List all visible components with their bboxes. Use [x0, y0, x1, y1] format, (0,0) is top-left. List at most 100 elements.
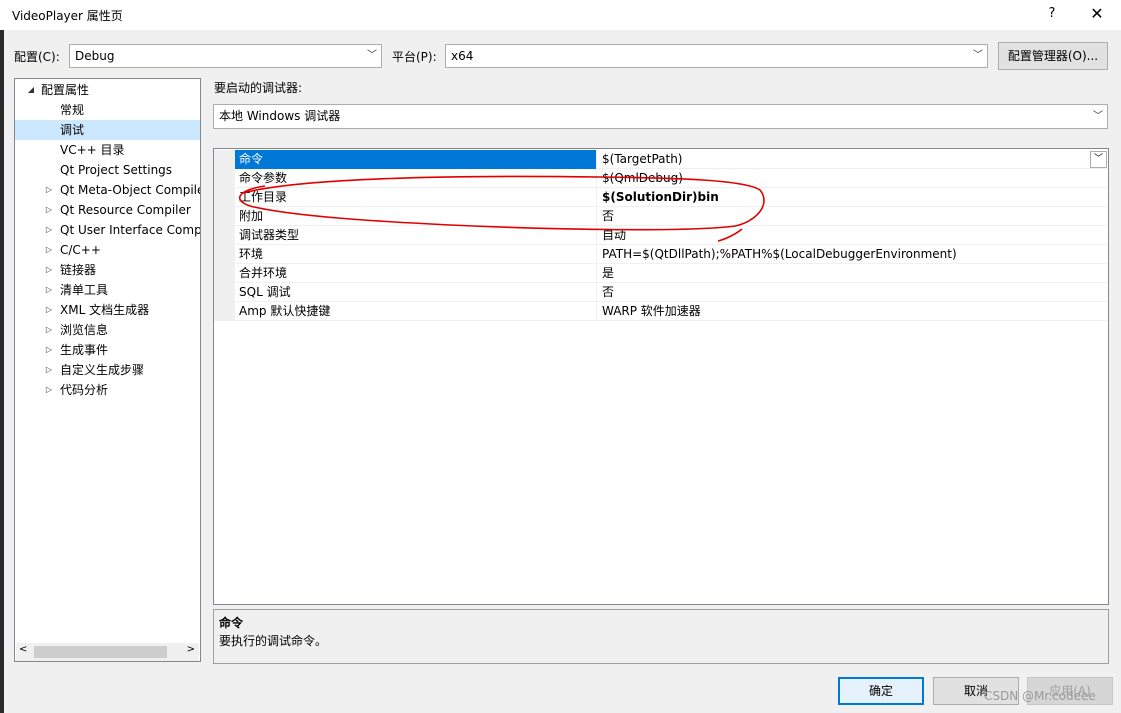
property-value[interactable]: $(TargetPath): [598, 150, 1088, 169]
platform-select[interactable]: x64 ﹀: [445, 44, 988, 68]
property-value[interactable]: $(SolutionDir)bin: [598, 188, 1088, 207]
debugger-value: 本地 Windows 调试器: [219, 109, 341, 123]
row-gutter: [214, 283, 235, 302]
tree-item-label: 清单工具: [60, 283, 109, 297]
expand-triangle-icon[interactable]: ▷: [43, 340, 55, 360]
tree-item[interactable]: ▷ 浏览信息: [15, 320, 200, 340]
row-gutter: [214, 188, 235, 207]
property-row[interactable]: 合并环境是: [214, 264, 1108, 283]
tree-item[interactable]: ▷ Qt Resource Compiler: [15, 200, 200, 220]
expand-triangle-icon[interactable]: ▷: [43, 380, 55, 400]
tree-item[interactable]: ▷ Qt User Interface Compiler: [15, 220, 200, 240]
property-name: 附加: [235, 207, 597, 226]
property-name: 调试器类型: [235, 226, 597, 245]
tree-item[interactable]: ▷ XML 文档生成器: [15, 300, 200, 320]
tree-item[interactable]: Qt Project Settings: [15, 160, 200, 180]
tree-item-label: XML 文档生成器: [60, 303, 150, 317]
background-edge: [0, 30, 4, 713]
debugger-select[interactable]: 本地 Windows 调试器 ﹀: [213, 104, 1108, 129]
property-value[interactable]: 自动: [598, 226, 1088, 245]
tree-item[interactable]: ▷ 清单工具: [15, 280, 200, 300]
expand-triangle-icon[interactable]: ▷: [43, 260, 55, 280]
config-manager-button[interactable]: 配置管理器(O)...: [998, 42, 1108, 70]
config-select[interactable]: Debug ﹀: [69, 44, 382, 68]
config-value: Debug: [75, 49, 115, 63]
window-title: VideoPlayer 属性页: [12, 9, 123, 23]
expand-triangle-icon[interactable]: ▷: [43, 180, 55, 200]
expand-triangle-icon[interactable]: ▷: [43, 300, 55, 320]
ok-button[interactable]: 确定: [838, 677, 924, 705]
row-gutter: [214, 207, 235, 226]
row-gutter: [214, 245, 235, 264]
tree-item-label: Qt Meta-Object Compiler: [60, 183, 200, 197]
expand-triangle-icon[interactable]: ▷: [43, 200, 55, 220]
tree-item-label: Qt Project Settings: [60, 163, 173, 177]
tree-item-label: 调试: [60, 123, 85, 137]
value-dropdown-button[interactable]: ﹀: [1090, 151, 1107, 168]
tree-item[interactable]: ▷ 代码分析: [15, 380, 200, 400]
property-value[interactable]: 是: [598, 264, 1088, 283]
chevron-down-icon: ﹀: [973, 50, 983, 61]
scroll-thumb[interactable]: [34, 646, 167, 658]
tree-item[interactable]: ▷ 生成事件: [15, 340, 200, 360]
watermark: CSDN @Mr.codeee: [984, 689, 1096, 703]
property-name: 工作目录: [235, 188, 597, 207]
expand-triangle-icon[interactable]: ▷: [43, 320, 55, 340]
expand-triangle-icon[interactable]: ▷: [43, 220, 55, 240]
tree-item-label: Qt Resource Compiler: [60, 203, 191, 217]
property-row[interactable]: 附加否: [214, 207, 1108, 226]
chevron-down-icon: ﹀: [367, 50, 377, 61]
expand-triangle-icon[interactable]: ▷: [43, 280, 55, 300]
tree-item[interactable]: ▷ C/C++: [15, 240, 200, 260]
close-button[interactable]: ✕: [1079, 2, 1115, 26]
platform-value: x64: [451, 49, 474, 63]
property-row[interactable]: SQL 调试否: [214, 283, 1108, 302]
property-grid: 命令 $(TargetPath) 命令参数 $(QmlDebug) 工作目录 $(Solu…: [213, 148, 1109, 605]
property-name: SQL 调试: [235, 283, 597, 302]
description-text: 要执行的调试命令。: [219, 634, 328, 648]
row-gutter: [214, 302, 235, 321]
scroll-right-icon[interactable]: >: [187, 644, 195, 655]
expand-triangle-icon[interactable]: ▷: [43, 360, 55, 380]
description-panel: 命令 要执行的调试命令。: [213, 609, 1109, 664]
row-gutter: [214, 150, 235, 169]
tree-item-label: VC++ 目录: [60, 143, 125, 157]
help-button[interactable]: ?: [1035, 2, 1069, 26]
tree-horizontal-scrollbar[interactable]: < >: [16, 643, 199, 661]
title-bar: VideoPlayer 属性页 ? ✕: [0, 0, 1121, 30]
tree-root[interactable]: ◢ 配置属性: [15, 80, 200, 100]
property-row[interactable]: Amp 默认快捷键 WARP 软件加速器: [214, 302, 1108, 321]
expand-triangle-icon[interactable]: ▷: [43, 240, 55, 260]
tree-item-label: C/C++: [60, 243, 101, 257]
tree-item[interactable]: VC++ 目录: [15, 140, 200, 160]
tree-item[interactable]: ▷ 链接器: [15, 260, 200, 280]
property-row[interactable]: 命令 $(TargetPath): [214, 150, 1108, 169]
property-row[interactable]: 环境 PATH=$(QtDllPath);%PATH%$(LocalDebugge…: [214, 245, 1108, 264]
property-row[interactable]: 工作目录 $(SolutionDir)bin: [214, 188, 1108, 207]
tree-item[interactable]: 常规: [15, 100, 200, 120]
tree-item-label: 自定义生成步骤: [60, 363, 145, 377]
property-value[interactable]: 否: [598, 283, 1088, 302]
row-gutter: [214, 226, 235, 245]
description-title: 命令: [219, 616, 244, 630]
property-value[interactable]: PATH=$(QtDllPath);%PATH%$(LocalDebuggerE…: [598, 245, 1088, 264]
property-tree: ◢ 配置属性 常规 调试 VC++ 目录 Qt Project Settings ▷ Qt…: [14, 78, 201, 662]
config-label: 配置(C):: [14, 50, 60, 64]
tree-item[interactable]: 调试: [15, 120, 200, 140]
platform-label: 平台(P):: [392, 50, 437, 64]
debugger-label: 要启动的调试器:: [214, 81, 303, 95]
property-value[interactable]: $(QmlDebug): [598, 169, 1088, 188]
expanded-triangle-icon: ◢: [27, 85, 35, 94]
property-name: 命令: [235, 150, 597, 169]
tree-item-label: 代码分析: [60, 383, 109, 397]
scroll-left-icon[interactable]: <: [19, 644, 27, 655]
property-value[interactable]: 否: [598, 207, 1088, 226]
tree-item[interactable]: ▷ 自定义生成步骤: [15, 360, 200, 380]
property-row[interactable]: 调试器类型 自动: [214, 226, 1108, 245]
property-name: Amp 默认快捷键: [235, 302, 597, 321]
tree-item-label: 浏览信息: [60, 323, 109, 337]
tree-item[interactable]: ▷ Qt Meta-Object Compiler: [15, 180, 200, 200]
row-gutter: [214, 169, 235, 188]
property-value[interactable]: WARP 软件加速器: [598, 302, 1088, 321]
property-row[interactable]: 命令参数 $(QmlDebug): [214, 169, 1108, 188]
